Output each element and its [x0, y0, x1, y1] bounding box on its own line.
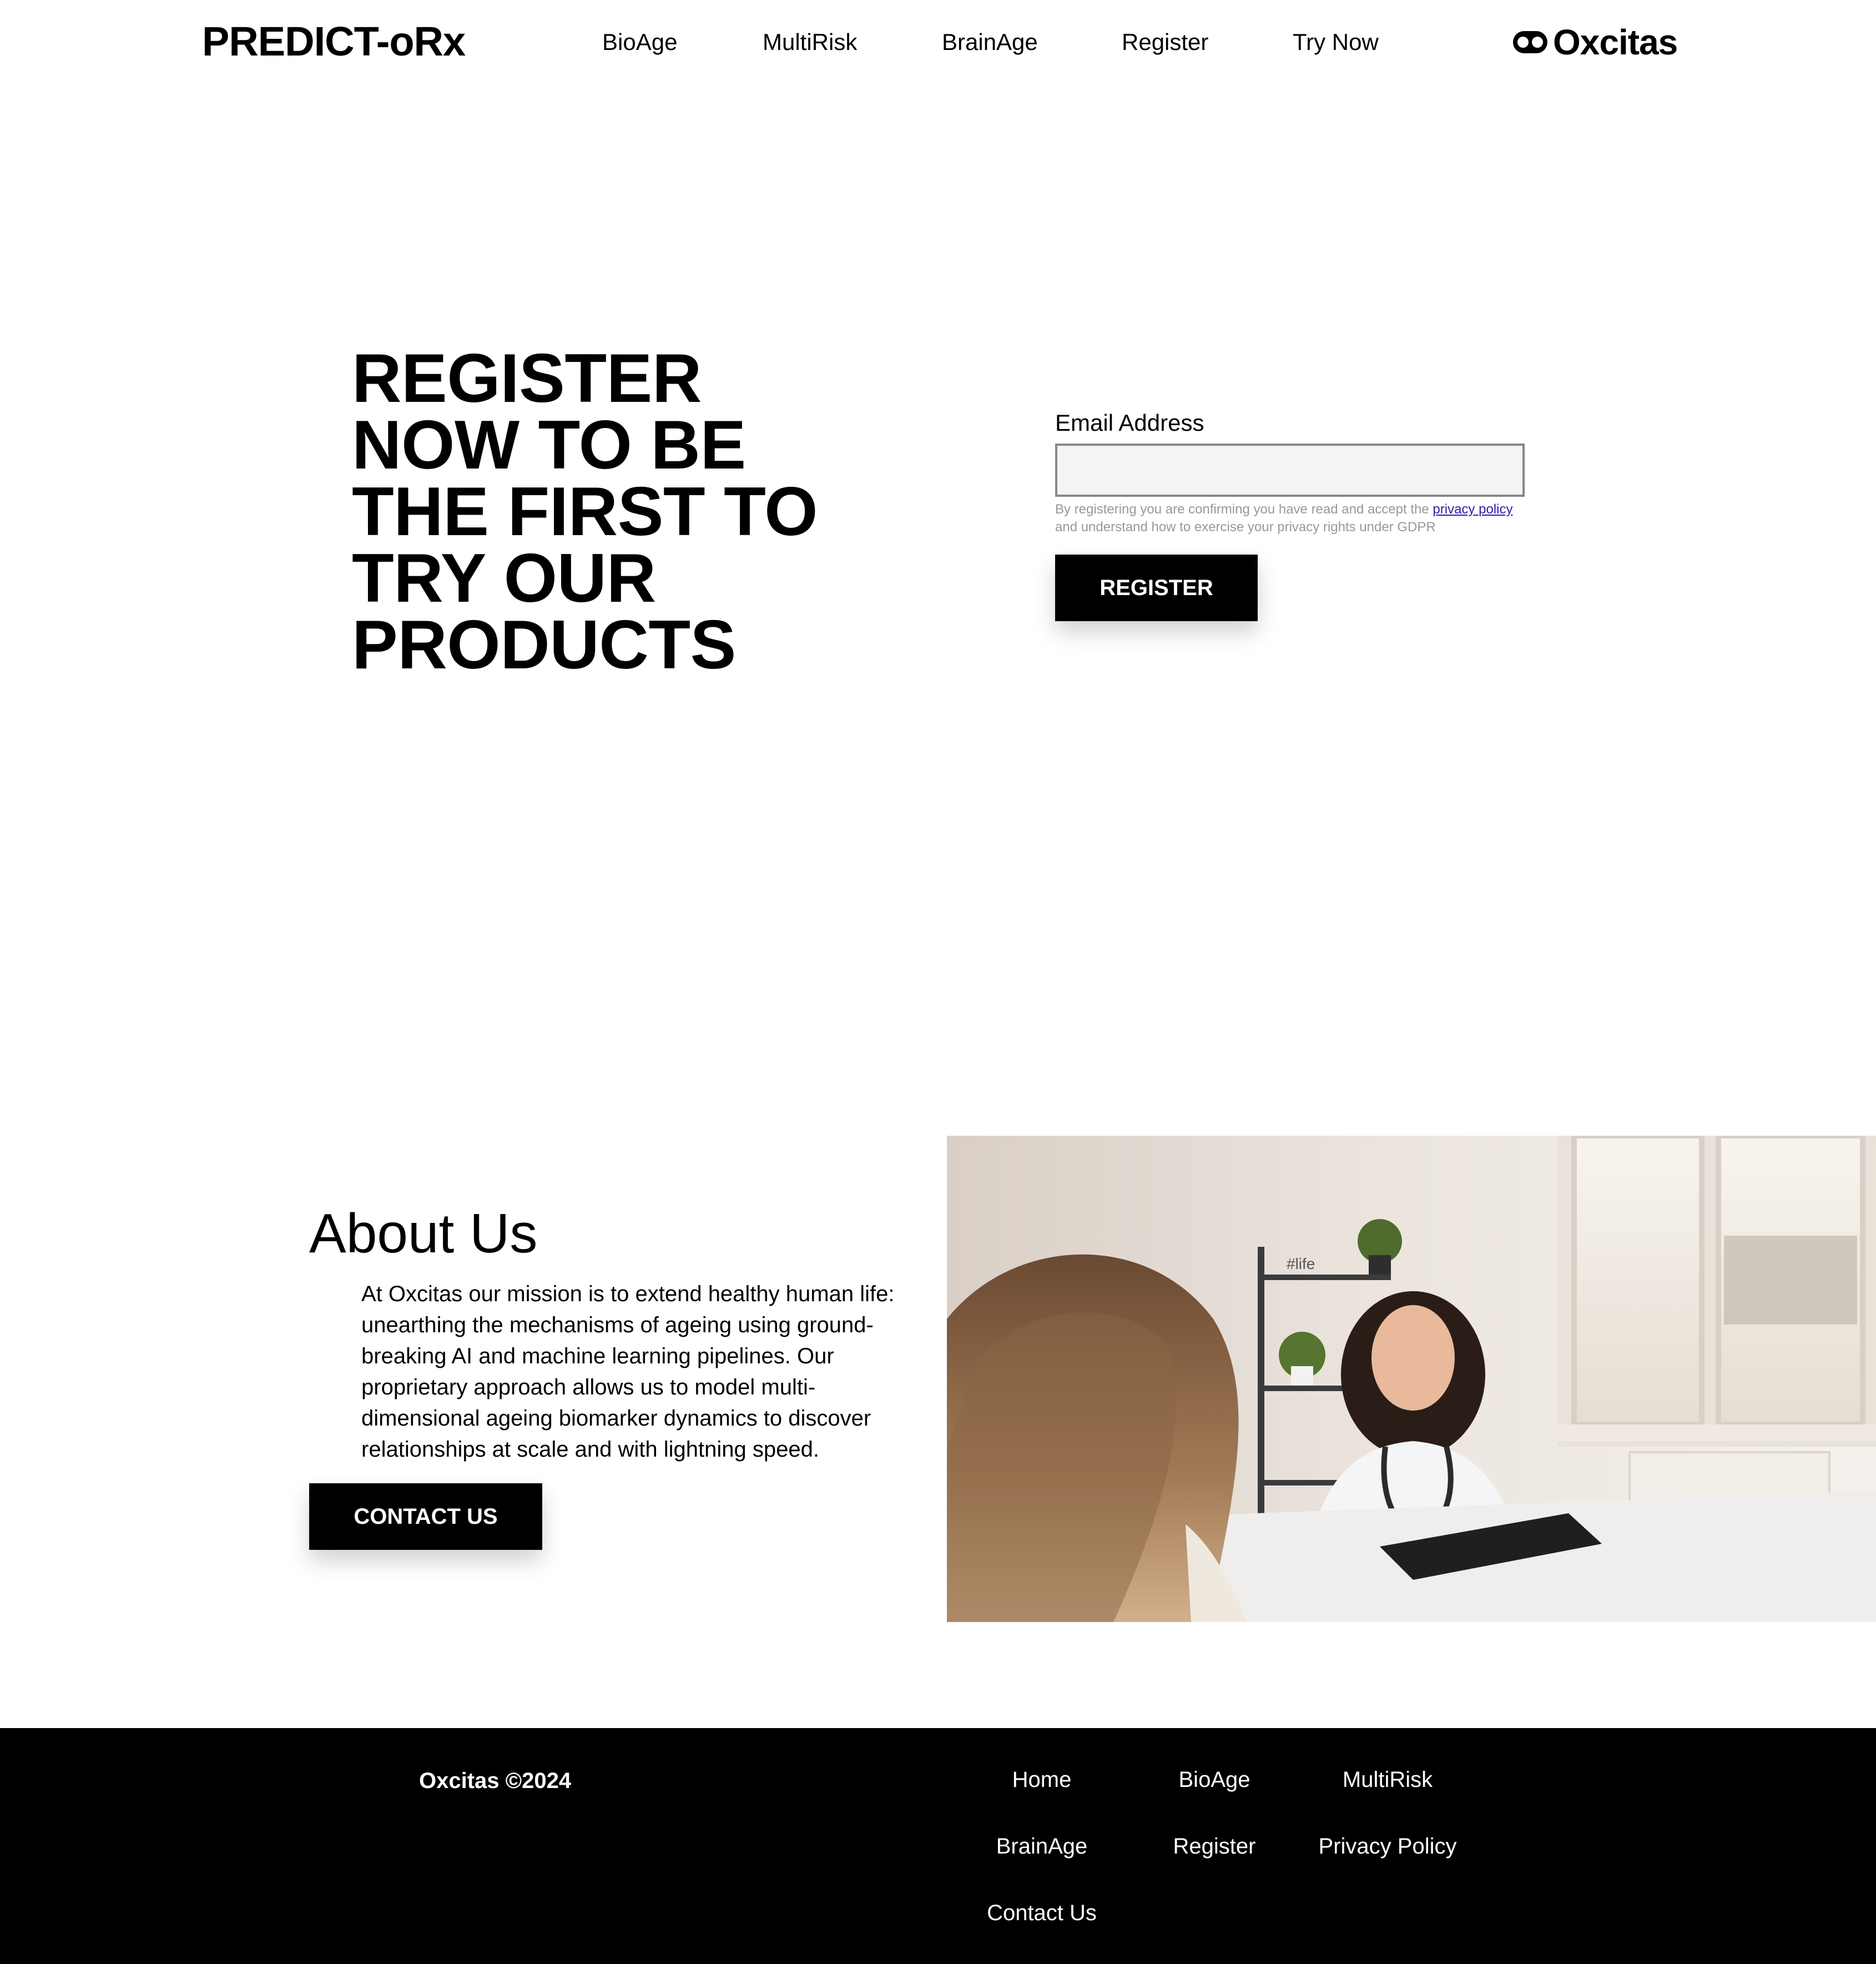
email-input[interactable]: [1055, 444, 1525, 497]
footer-link-bioage[interactable]: BioAge: [1131, 1764, 1298, 1795]
infinity-logo-icon: [1513, 31, 1547, 53]
consent-text-end: and understand how to exercise your priv…: [1055, 520, 1436, 535]
register-button[interactable]: REGISTER: [1055, 555, 1258, 621]
contact-us-button[interactable]: CONTACT US: [309, 1483, 542, 1550]
nav-link-bioage[interactable]: BioAge: [602, 27, 677, 58]
nav-link-register[interactable]: Register: [1122, 27, 1208, 58]
site-brand[interactable]: PREDICT-oRx: [202, 17, 466, 67]
footer-copyright: Oxcitas ©2024: [419, 1769, 572, 1793]
footer-link-register[interactable]: Register: [1131, 1831, 1298, 1862]
about-title: About Us: [309, 1202, 538, 1265]
nav-link-multirisk[interactable]: MultiRisk: [763, 27, 857, 58]
footer-link-home[interactable]: Home: [959, 1764, 1125, 1795]
nav-link-brainage[interactable]: BrainAge: [942, 27, 1038, 58]
consent-text: By registering you are confirming you ha…: [1055, 501, 1532, 536]
footer-link-multirisk[interactable]: MultiRisk: [1304, 1764, 1471, 1795]
hero-title: REGISTER NOW TO BE THE FIRST TO TRY OUR …: [352, 340, 818, 683]
doctor-patient-photo: #life: [947, 1136, 1876, 1622]
footer-link-brainage[interactable]: BrainAge: [959, 1831, 1125, 1862]
consent-text-start: By registering you are confirming you ha…: [1055, 502, 1429, 517]
privacy-policy-link[interactable]: privacy policy: [1433, 502, 1512, 517]
site-footer: [0, 1728, 1876, 1964]
shelf-sign: #life: [1287, 1255, 1315, 1272]
nav-link-try-now[interactable]: Try Now: [1293, 27, 1379, 58]
logo-text: Oxcitas: [1553, 22, 1678, 62]
footer-link-privacy-policy[interactable]: Privacy Policy: [1304, 1831, 1471, 1862]
footer-link-contact-us[interactable]: Contact Us: [959, 1897, 1125, 1928]
email-label: Email Address: [1055, 410, 1204, 436]
about-text: At Oxcitas our mission is to extend heal…: [361, 1282, 895, 1462]
oxcitas-logo[interactable]: Oxcitas: [1512, 20, 1678, 64]
